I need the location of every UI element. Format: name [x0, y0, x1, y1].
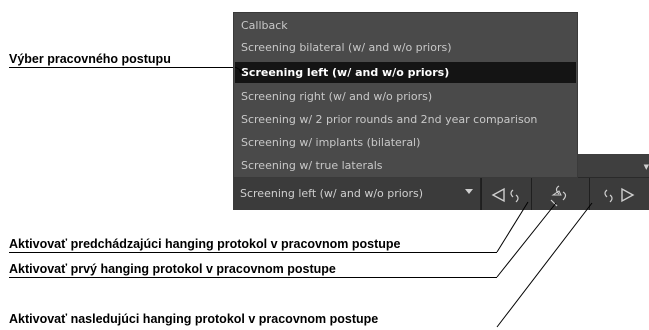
next-protocol-button[interactable] — [589, 178, 649, 210]
workflow-toolbar: Screening left (w/ and w/o priors) — [233, 178, 649, 210]
menu-item-screening-implants[interactable]: Screening w/ implants (bilateral) — [235, 132, 576, 153]
callout-next-protocol: Aktivovať nasledujúci hanging protokol v… — [9, 312, 379, 326]
menu-item-screening-bilateral[interactable]: Screening bilateral (w/ and w/o priors) — [235, 37, 576, 58]
panel-header-strip: ▼ — [578, 154, 649, 178]
workflow-menu: Callback Screening bilateral (w/ and w/o… — [233, 12, 578, 178]
workflow-dropdown[interactable]: Screening left (w/ and w/o priors) — [233, 178, 481, 210]
callout-prev-protocol: Aktivovať predchádzajúci hanging protoko… — [9, 237, 401, 251]
menu-item-screening-right[interactable]: Screening right (w/ and w/o priors) — [235, 86, 576, 107]
chevron-down-icon[interactable] — [465, 189, 473, 194]
callout-first-protocol: Aktivovať prvý hanging protokol v pracov… — [9, 262, 336, 276]
previous-protocol-icon — [491, 187, 519, 203]
menu-item-callback[interactable]: Callback — [235, 15, 576, 36]
callout-select-workflow-underline — [9, 67, 235, 68]
panel-menu-arrow-icon[interactable]: ▼ — [644, 163, 649, 171]
menu-item-screening-true-laterals[interactable]: Screening w/ true laterals — [235, 155, 576, 176]
menu-item-screening-2-prior[interactable]: Screening w/ 2 prior rounds and 2nd year… — [235, 109, 576, 130]
first-protocol-icon — [550, 185, 567, 207]
first-protocol-button[interactable] — [531, 178, 589, 210]
workflow-dropdown-value: Screening left (w/ and w/o priors) — [240, 187, 424, 200]
callout-select-workflow: Výber pracovného postupu — [9, 52, 171, 66]
callout-first-protocol-underline — [9, 277, 497, 278]
menu-item-screening-left[interactable]: Screening left (w/ and w/o priors) — [235, 62, 576, 83]
previous-protocol-button[interactable] — [481, 178, 531, 210]
callout-prev-protocol-underline — [9, 252, 497, 253]
next-protocol-icon — [604, 187, 635, 203]
